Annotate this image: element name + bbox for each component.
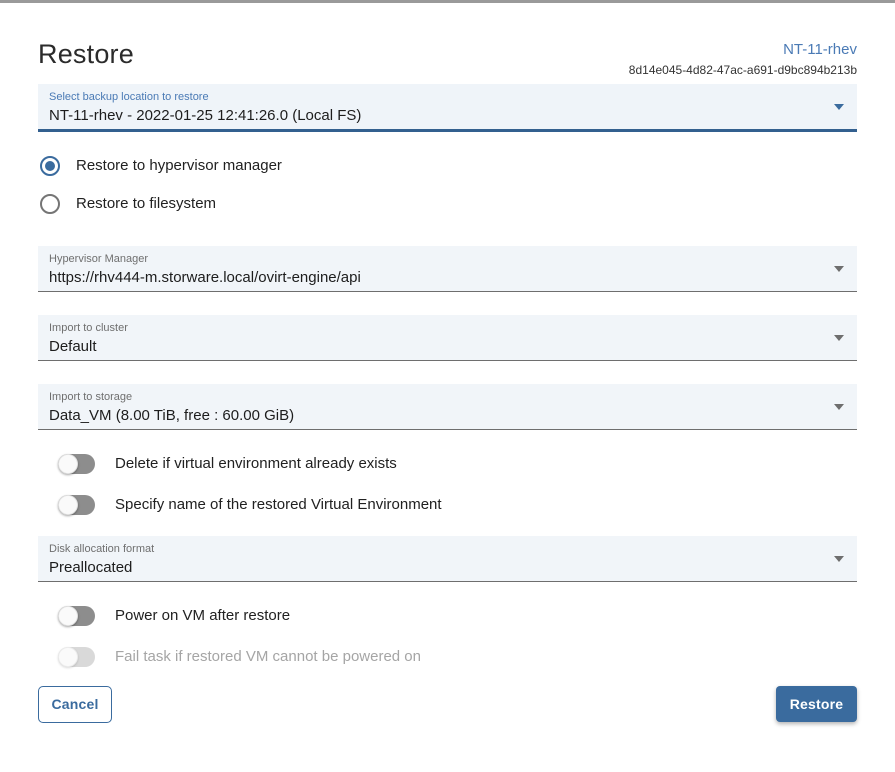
disk-allocation-select[interactable]: Disk allocation format Preallocated: [38, 536, 857, 582]
switch-off-icon[interactable]: [58, 495, 95, 515]
chevron-down-icon[interactable]: [834, 335, 844, 341]
radio-selected-icon[interactable]: [40, 156, 60, 176]
toggle-label: Fail task if restored VM cannot be power…: [115, 648, 421, 665]
hypervisor-manager-label: Hypervisor Manager: [49, 253, 823, 266]
toggle-label: Power on VM after restore: [115, 607, 290, 624]
import-storage-label: Import to storage: [49, 391, 823, 404]
toggle-label: Delete if virtual environment already ex…: [115, 455, 397, 472]
toggle-label: Specify name of the restored Virtual Env…: [115, 496, 442, 513]
restore-button[interactable]: Restore: [776, 686, 857, 722]
radio-label: Restore to hypervisor manager: [76, 157, 282, 174]
hypervisor-manager-select[interactable]: Hypervisor Manager https://rhv444-m.stor…: [38, 246, 857, 292]
radio-label: Restore to filesystem: [76, 195, 216, 212]
import-cluster-select[interactable]: Import to cluster Default: [38, 315, 857, 361]
chevron-down-icon[interactable]: [834, 266, 844, 272]
disk-allocation-value: Preallocated: [49, 558, 823, 577]
vm-identity: NT-11-rhev 8d14e045-4d82-47ac-a691-d9bc8…: [629, 39, 857, 77]
switch-off-disabled-icon: [58, 647, 95, 667]
disk-allocation-label: Disk allocation format: [49, 543, 823, 556]
chevron-down-icon[interactable]: [834, 404, 844, 410]
restore-dialog: Restore NT-11-rhev 8d14e045-4d82-47ac-a6…: [0, 39, 895, 723]
switch-off-icon[interactable]: [58, 606, 95, 626]
toggle-specify-name[interactable]: Specify name of the restored Virtual Env…: [58, 495, 857, 515]
toggle-delete-existing[interactable]: Delete if virtual environment already ex…: [58, 454, 857, 474]
chevron-down-icon[interactable]: [834, 104, 844, 110]
page-title: Restore: [38, 39, 134, 70]
toggle-fail-task: Fail task if restored VM cannot be power…: [58, 647, 857, 667]
hypervisor-manager-value: https://rhv444-m.storware.local/ovirt-en…: [49, 268, 823, 287]
chevron-down-icon[interactable]: [834, 556, 844, 562]
backup-location-select[interactable]: Select backup location to restore NT-11-…: [38, 84, 857, 132]
import-cluster-label: Import to cluster: [49, 322, 823, 335]
window-top-border: [0, 0, 895, 3]
import-cluster-value: Default: [49, 337, 823, 356]
backup-location-value: NT-11-rhev - 2022-01-25 12:41:26.0 (Loca…: [49, 106, 823, 125]
radio-restore-to-filesystem[interactable]: Restore to filesystem: [38, 185, 857, 223]
cancel-button[interactable]: Cancel: [38, 686, 112, 723]
radio-unselected-icon[interactable]: [40, 194, 60, 214]
dialog-header: Restore NT-11-rhev 8d14e045-4d82-47ac-a6…: [38, 39, 857, 77]
vm-name: NT-11-rhev: [629, 41, 857, 60]
restore-target-radio-group: Restore to hypervisor manager Restore to…: [38, 147, 857, 223]
switch-off-icon[interactable]: [58, 454, 95, 474]
import-storage-value: Data_VM (8.00 TiB, free : 60.00 GiB): [49, 406, 823, 425]
vm-uuid: 8d14e045-4d82-47ac-a691-d9bc894b213b: [629, 63, 857, 77]
dialog-actions: Cancel Restore: [38, 686, 857, 723]
radio-restore-to-hypervisor[interactable]: Restore to hypervisor manager: [38, 147, 857, 185]
toggle-power-on[interactable]: Power on VM after restore: [58, 606, 857, 626]
import-storage-select[interactable]: Import to storage Data_VM (8.00 TiB, fre…: [38, 384, 857, 430]
backup-location-label: Select backup location to restore: [49, 91, 823, 104]
